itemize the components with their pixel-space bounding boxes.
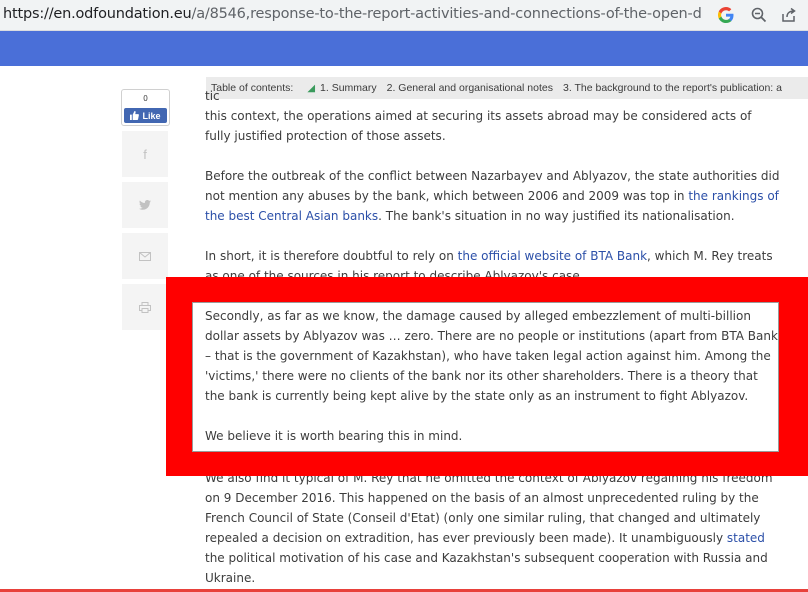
highlighted-paragraph-2: We believe it is worth bearing this in m… [205,429,463,443]
paragraph-text: this context, the operations aimed at se… [205,109,752,143]
url-field[interactable]: https://en.odfoundation.eu/a/8546,respon… [3,6,703,22]
share-icon[interactable] [778,4,800,26]
facebook-icon: f [143,146,147,162]
paragraph-text: In short, it is therefore doubtful to re… [205,249,458,263]
print-button[interactable] [122,284,168,330]
article-paragraph-4: We also find it typical of M. Rey that h… [205,468,780,588]
print-icon [139,301,151,313]
share-twitter-button[interactable] [122,182,168,228]
url-path: /a/8546,response-to-the-report-activitie… [191,6,703,22]
like-button[interactable]: Like [124,108,167,123]
site-header [0,31,808,66]
article-paragraph-fragment: tic [205,89,220,100]
twitter-icon [139,200,151,210]
url-host: https://en.odfoundation.eu [3,6,192,22]
facebook-like-widget: 0 Like [121,89,170,126]
like-count: 0 [143,94,148,103]
share-facebook-button[interactable]: f [122,131,168,177]
mail-icon [139,251,151,261]
paragraph-text: We also find it typical of M. Rey that h… [205,471,773,545]
link-bta-bank-website[interactable]: the official website of BTA Bank [458,249,647,263]
zoom-out-icon[interactable] [748,4,770,26]
paragraph-text: the political motivation of his case and… [205,551,768,585]
article-paragraph-2: Before the outbreak of the conflict betw… [205,166,780,226]
google-icon[interactable] [715,4,737,26]
article-paragraph-1: this context, the operations aimed at se… [205,106,780,146]
highlighted-paragraph-1: Secondly, as far as we know, the damage … [205,309,778,403]
thumbs-up-icon [130,111,140,120]
like-label: Like [142,110,161,121]
share-email-button[interactable] [122,233,168,279]
paragraph-text: . The bank's situation in no way justifi… [378,209,735,223]
link-stated[interactable]: stated [727,531,765,545]
browser-address-bar: https://en.odfoundation.eu/a/8546,respon… [0,0,808,31]
